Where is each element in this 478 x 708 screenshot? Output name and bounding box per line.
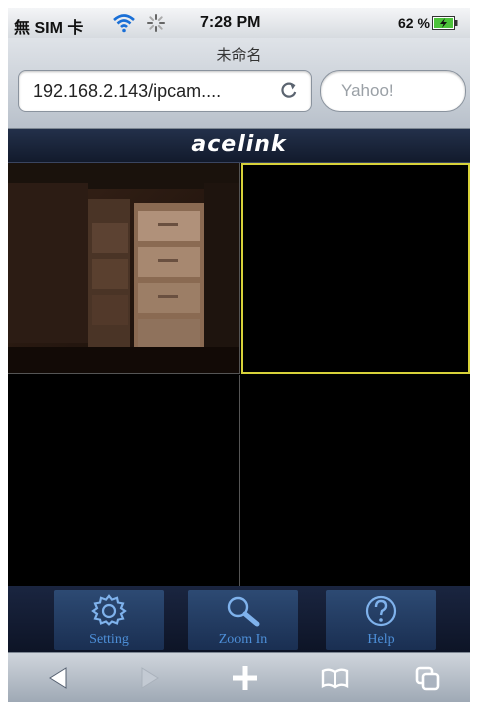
- add-icon[interactable]: [230, 663, 260, 693]
- reload-icon[interactable]: [279, 80, 299, 100]
- help-label: Help: [367, 632, 395, 647]
- status-bar: 無 SIM 卡 7:28 PM 62 %: [8, 8, 470, 38]
- camera-view-2-selected[interactable]: [241, 163, 470, 374]
- forward-icon[interactable]: [134, 663, 164, 693]
- camera-view-4[interactable]: [241, 375, 470, 586]
- camera-feed-image: [8, 163, 239, 373]
- search-placeholder[interactable]: Yahoo!: [341, 81, 394, 101]
- activity-spinner-icon: [147, 14, 165, 32]
- page-title: 未命名: [216, 47, 262, 64]
- battery-charging-icon: [432, 16, 458, 30]
- safari-toolbar: [8, 652, 470, 702]
- camera-view-1[interactable]: [8, 163, 240, 374]
- app-toolbar: Setting Zoom In Help: [8, 586, 470, 652]
- url-text[interactable]: 192.168.2.143/ipcam....: [33, 81, 221, 102]
- camera-view-3[interactable]: [8, 375, 240, 586]
- battery-percent: 62 %: [398, 15, 430, 31]
- zoom-in-button[interactable]: Zoom In: [188, 590, 298, 650]
- setting-button[interactable]: Setting: [54, 590, 164, 650]
- question-icon: [365, 595, 397, 627]
- brand-header: acelink: [8, 129, 470, 163]
- phone-screen: 無 SIM 卡 7:28 PM 62 % 未命名 192.168.2.143/i…: [8, 8, 470, 702]
- bookmarks-icon[interactable]: [320, 663, 350, 693]
- camera-grid: [8, 163, 470, 586]
- browser-chrome: 未命名 192.168.2.143/ipcam.... Yahoo!: [8, 38, 470, 129]
- search-input[interactable]: Yahoo!: [320, 70, 466, 112]
- help-button[interactable]: Help: [326, 590, 436, 650]
- gear-icon: [91, 594, 127, 626]
- magnifier-icon: [227, 596, 260, 627]
- pages-icon[interactable]: [412, 663, 442, 693]
- clock: 7:28 PM: [200, 14, 261, 31]
- url-field[interactable]: 192.168.2.143/ipcam....: [18, 70, 312, 112]
- wifi-icon: [113, 14, 135, 33]
- back-icon[interactable]: [44, 663, 74, 693]
- zoom-in-label: Zoom In: [218, 632, 268, 647]
- setting-label: Setting: [89, 632, 129, 647]
- carrier-label: 無 SIM 卡: [14, 20, 84, 37]
- acelink-logo: acelink: [191, 132, 287, 157]
